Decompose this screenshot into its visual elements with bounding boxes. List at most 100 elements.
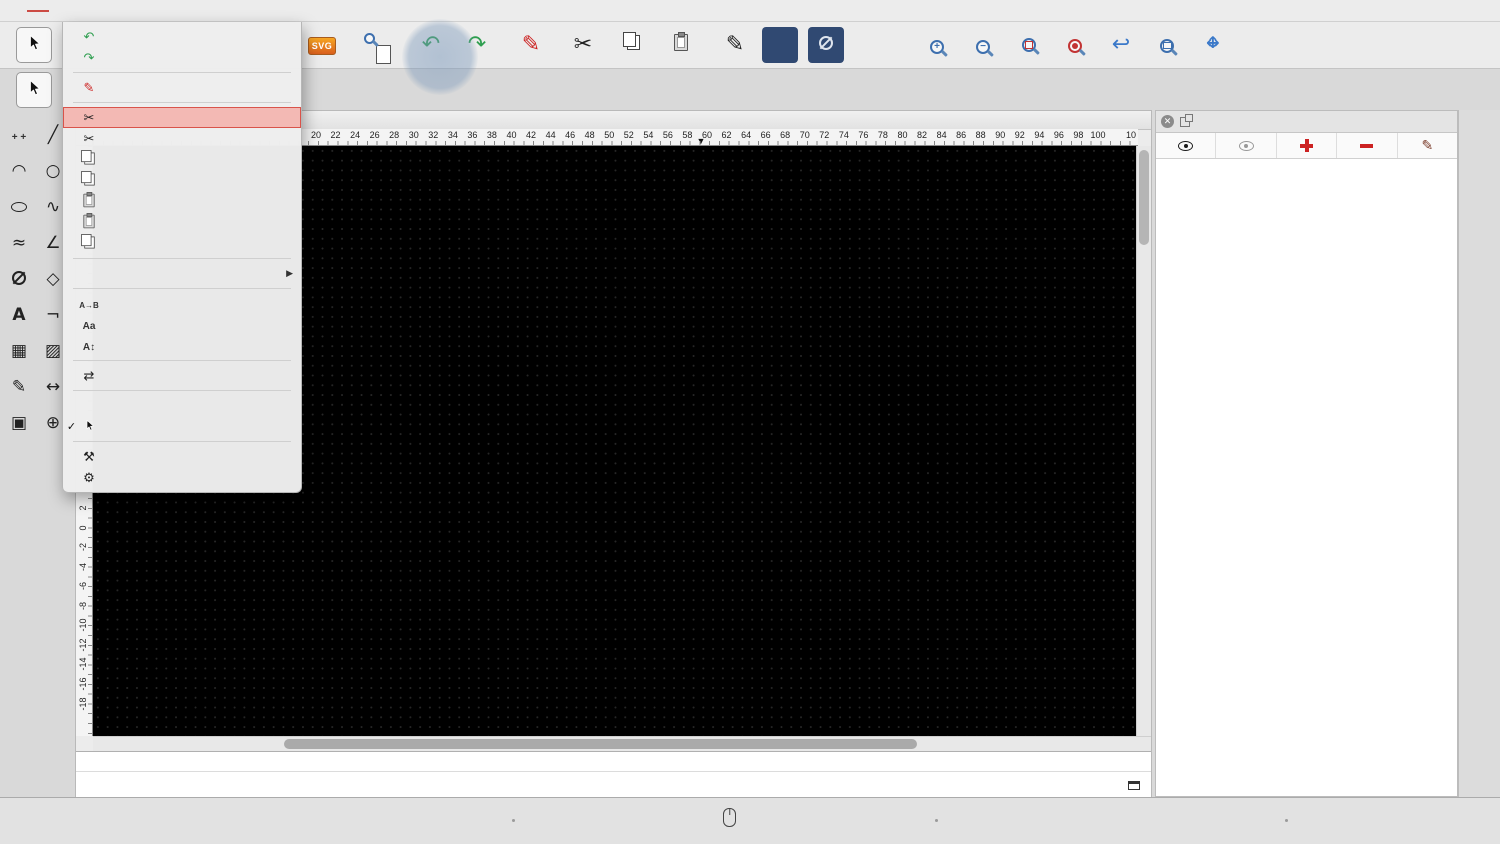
command-line xyxy=(76,771,1151,798)
menu-item-supprimer-er[interactable]: ✎ xyxy=(63,77,301,98)
menu-item-convertir-unite-de-dessin-cu[interactable]: ⇄ xyxy=(63,365,301,386)
tool-text-button[interactable]: A xyxy=(3,300,35,332)
tool-image-button[interactable]: ▦ xyxy=(3,336,35,368)
menu-item-dupliquer-dp[interactable] xyxy=(63,233,301,254)
zoom-select-icon xyxy=(1068,36,1082,54)
float-panel-icon[interactable] xyxy=(1180,117,1190,127)
dimension-icon: ↔ xyxy=(46,379,60,397)
line-icon: ╱ xyxy=(48,127,58,145)
vertical-scrollbar[interactable] xyxy=(1136,146,1151,736)
menu-item-retablir-uu[interactable]: ↷ xyxy=(63,47,301,68)
ruler-marker-icon: ▼ xyxy=(697,136,706,146)
reset-icon xyxy=(84,419,95,435)
remove-layer-button[interactable] xyxy=(1337,133,1397,158)
select-pointer-button[interactable] xyxy=(16,72,52,108)
menu-item-preferences-d-application[interactable]: ⚙ xyxy=(63,467,301,488)
zoom-auto-icon xyxy=(1022,36,1036,54)
command-expand-button[interactable] xyxy=(1123,776,1145,794)
tool-freehand-button[interactable]: ≈ xyxy=(3,228,35,260)
duplicate-icon xyxy=(83,235,96,253)
copy-icon xyxy=(83,172,96,190)
toggle-construction-layers-button[interactable] xyxy=(1216,133,1276,158)
ruler-label: -2 xyxy=(78,537,88,557)
ruler-label: 96 xyxy=(1054,130,1064,140)
command-input[interactable] xyxy=(88,777,1123,794)
menu-item-preferences-de-dessin[interactable]: ⚒ xyxy=(63,446,301,467)
add-layer-button[interactable] xyxy=(1277,133,1337,158)
checkmark-icon: ✓ xyxy=(65,420,78,433)
tool-arc-button[interactable]: ◠ xyxy=(3,156,35,188)
freehand-icon: ≈ xyxy=(12,235,26,253)
polyline-icon: ∠ xyxy=(45,235,60,253)
pencil-icon: ✎ xyxy=(1421,139,1433,153)
zoom-out-icon: − xyxy=(976,36,990,54)
zoom-out-button[interactable]: − xyxy=(964,25,1002,65)
modify-layer-button[interactable]: ✎ xyxy=(1398,133,1457,158)
menu-item-rechercher-remplacer-rp[interactable]: A→B xyxy=(63,293,301,314)
zoom-in-button[interactable]: + xyxy=(918,25,956,65)
menu-item-copier-cp[interactable] xyxy=(63,149,301,170)
ruler-label: 64 xyxy=(741,130,751,140)
menu-item-copier-avec-reference-rc[interactable] xyxy=(63,170,301,191)
ruler-label: 38 xyxy=(487,130,497,140)
copy-icon xyxy=(627,35,640,55)
ruler-label: 94 xyxy=(1034,130,1044,140)
pointer-button[interactable] xyxy=(16,27,52,63)
tool-measure-button[interactable]: ✎ xyxy=(3,372,35,404)
zoom-previous-button[interactable]: ↩ xyxy=(1102,25,1140,65)
menu-separator xyxy=(73,288,291,289)
menu-item-coller-ps[interactable] xyxy=(63,191,301,212)
close-panel-icon[interactable]: ✕ xyxy=(1161,115,1174,128)
pen-button[interactable]: ✎ xyxy=(716,25,754,65)
horizontal-scrollbar[interactable] xyxy=(93,736,1151,751)
print-preview-button[interactable] xyxy=(356,25,394,65)
ruler-label: -16 xyxy=(78,674,88,694)
menu-item-couper-avec-reference-rt[interactable]: ✂ xyxy=(63,128,301,149)
pan-button[interactable]: ↔↕ xyxy=(1194,25,1232,65)
menu-item-echapement[interactable] xyxy=(63,395,301,416)
line-props-button[interactable] xyxy=(762,27,798,63)
cut-icon: ✂ xyxy=(84,131,95,146)
tool-ellipse-button[interactable] xyxy=(3,192,35,224)
ruler-label: 32 xyxy=(428,130,438,140)
fonts-icon: Aa xyxy=(83,317,96,332)
copy-button[interactable] xyxy=(614,25,652,65)
menu-item-modification-rapide[interactable]: ▶ xyxy=(63,263,301,284)
cut-button[interactable]: ✂ xyxy=(564,25,602,65)
menu-item-couper[interactable]: ✂ xyxy=(63,107,301,128)
tool-hatch-circle-button[interactable] xyxy=(3,264,35,296)
vertical-scroll-thumb[interactable] xyxy=(1139,150,1149,245)
grid-button[interactable] xyxy=(860,25,898,65)
menu-item-echelle-hauteur-du-texte-mg[interactable]: A↕ xyxy=(63,335,301,356)
ruler-label: 54 xyxy=(643,130,653,140)
ruler-label: 22 xyxy=(331,130,341,140)
zoom-auto-button[interactable] xyxy=(1010,25,1048,65)
menu-item-substituer-les-polices-ff[interactable]: Aa xyxy=(63,314,301,335)
tool-point-button[interactable]: + + xyxy=(3,120,35,152)
paste-button[interactable] xyxy=(662,25,700,65)
svg-export-icon: SVG xyxy=(308,36,337,55)
librecad-app: SVG↶↷✎✂✎+−↩↔↕ + +╱◠○∿≈∠◇A¬▦▨✎↔▣⊕ 2022242… xyxy=(0,0,1500,844)
menu-item-coller-le-long-de-l-entite-pe[interactable] xyxy=(63,212,301,233)
menu-item-annuler-coller-ps-oo[interactable]: ↶ xyxy=(63,26,301,47)
cut-icon: ✂ xyxy=(84,110,95,125)
polygon-icon: ◇ xyxy=(46,271,59,289)
status-separator-dot xyxy=(1285,819,1288,822)
ruler-label: 34 xyxy=(448,130,458,140)
zoom-window-button[interactable] xyxy=(1148,25,1186,65)
toggle-all-layers-button[interactable] xyxy=(1156,133,1216,158)
svg-export-button[interactable]: SVG xyxy=(303,25,341,65)
menu-separator xyxy=(73,102,291,103)
delete-button[interactable]: ✎ xyxy=(512,25,550,65)
menu-item-reinitialise-qq[interactable]: ✓ xyxy=(63,416,301,437)
horizontal-scroll-thumb[interactable] xyxy=(284,739,917,749)
zoom-select-button[interactable] xyxy=(1056,25,1094,65)
ortho-icon: ¬ xyxy=(46,307,60,325)
ruler-label: 68 xyxy=(780,130,790,140)
visibility-button[interactable] xyxy=(808,27,844,63)
ruler-label: 24 xyxy=(350,130,360,140)
tool-block-button[interactable]: ▣ xyxy=(3,408,35,440)
ruler-label: 42 xyxy=(526,130,536,140)
ruler-label: 90 xyxy=(995,130,1005,140)
ruler-label: -12 xyxy=(78,635,88,655)
